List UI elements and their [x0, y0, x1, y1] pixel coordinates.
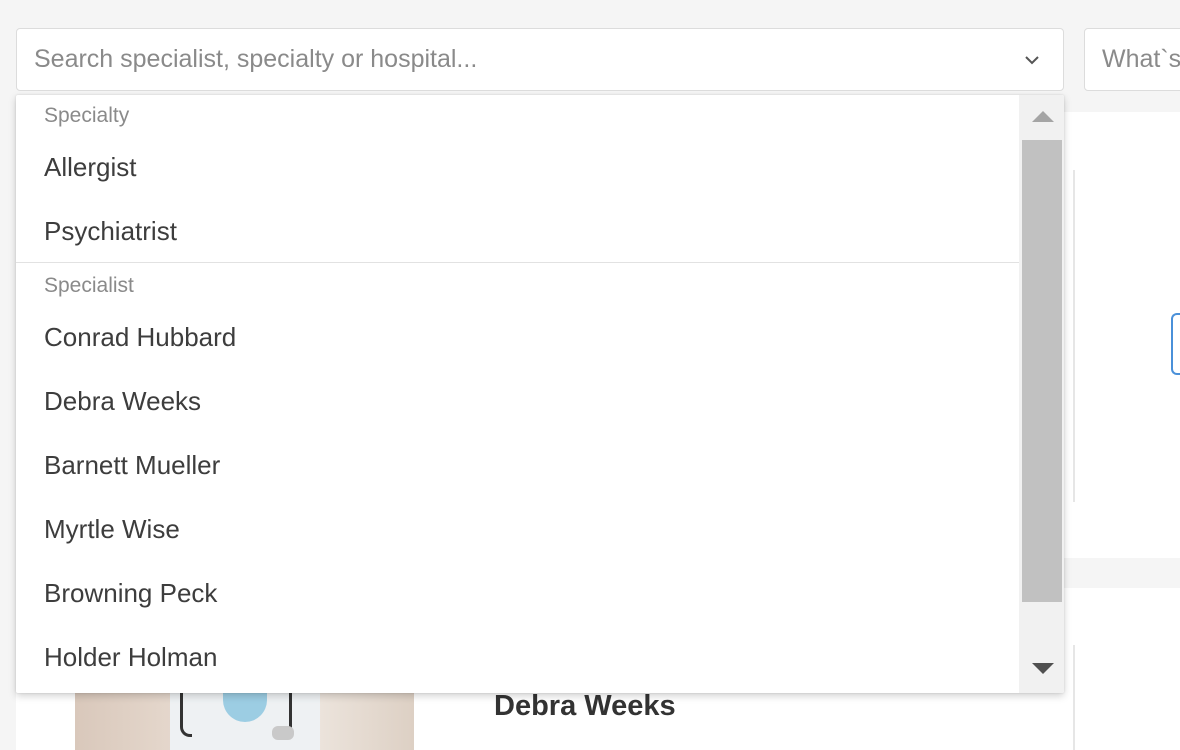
search-placeholder: Search specialist, specialty or hospital…: [34, 45, 478, 73]
triangle-down-icon[interactable]: [1032, 663, 1054, 674]
scrollbar-thumb[interactable]: [1022, 140, 1062, 602]
stethoscope-badge: [272, 726, 294, 740]
dropdown-list: Specialty Allergist Psychiatrist Special…: [16, 95, 1019, 693]
group-header-specialist: Specialist: [44, 274, 134, 297]
option-barnett-mueller[interactable]: Barnett Mueller: [44, 450, 220, 481]
option-myrtle-wise[interactable]: Myrtle Wise: [44, 514, 180, 545]
card-divider: [1073, 170, 1075, 502]
stethoscope-left: [180, 692, 192, 737]
group-header-specialty: Specialty: [44, 104, 130, 127]
search-input[interactable]: Search specialist, specialty or hospital…: [16, 28, 1064, 91]
group-divider: [16, 262, 1019, 263]
doctor-photo: [75, 692, 414, 750]
option-psychiatrist[interactable]: Psychiatrist: [44, 216, 177, 247]
search-dropdown: Specialty Allergist Psychiatrist Special…: [16, 95, 1064, 693]
secondary-search-input[interactable]: What`s: [1084, 28, 1180, 91]
chevron-down-icon[interactable]: [1023, 51, 1041, 69]
doctor-name[interactable]: Debra Weeks: [494, 690, 676, 723]
option-holder-holman[interactable]: Holder Holman: [44, 642, 217, 673]
triangle-up-icon[interactable]: [1032, 111, 1054, 122]
card-divider: [1073, 645, 1075, 750]
option-debra-weeks[interactable]: Debra Weeks: [44, 386, 201, 417]
option-allergist[interactable]: Allergist: [44, 152, 136, 183]
card-action-button[interactable]: [1171, 313, 1180, 375]
secondary-search-placeholder: What`s: [1102, 45, 1180, 73]
option-conrad-hubbard[interactable]: Conrad Hubbard: [44, 322, 236, 353]
option-browning-peck[interactable]: Browning Peck: [44, 578, 217, 609]
